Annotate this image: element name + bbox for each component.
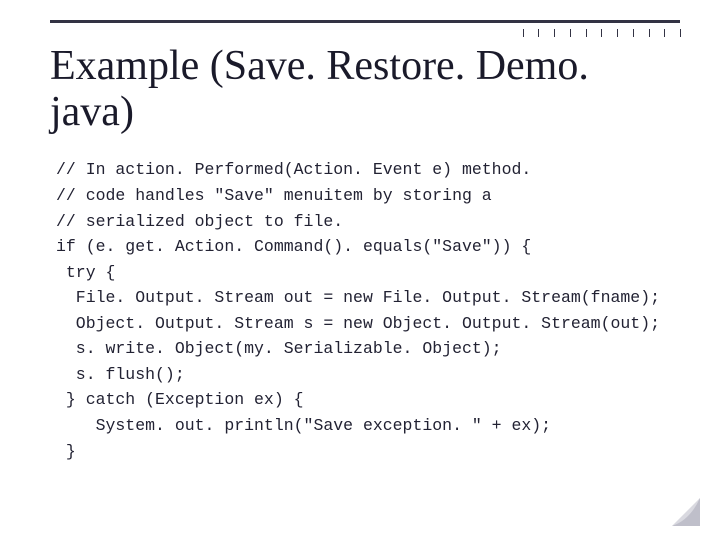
code-block: // In action. Performed(Action. Event e)… (56, 157, 680, 464)
code-line: // code handles "Save" menuitem by stori… (56, 186, 492, 205)
code-line: if (e. get. Action. Command(). equals("S… (56, 237, 531, 256)
tick-row (50, 29, 680, 39)
slide-title: Example (Save. Restore. Demo. java) (50, 43, 680, 135)
code-line: } catch (Exception ex) { (56, 390, 304, 409)
code-line: s. write. Object(my. Serializable. Objec… (56, 339, 502, 358)
code-line: System. out. println("Save exception. " … (56, 416, 551, 435)
code-line: File. Output. Stream out = new File. Out… (56, 288, 660, 307)
code-line: // serialized object to file. (56, 212, 343, 231)
code-line: } (56, 442, 76, 461)
page-curl-icon (672, 498, 700, 526)
code-line: Object. Output. Stream s = new Object. O… (56, 314, 660, 333)
code-line: // In action. Performed(Action. Event e)… (56, 160, 531, 179)
code-line: try { (56, 263, 115, 282)
slide: Example (Save. Restore. Demo. java) // I… (0, 0, 720, 540)
top-rule (50, 20, 680, 23)
code-line: s. flush(); (56, 365, 185, 384)
